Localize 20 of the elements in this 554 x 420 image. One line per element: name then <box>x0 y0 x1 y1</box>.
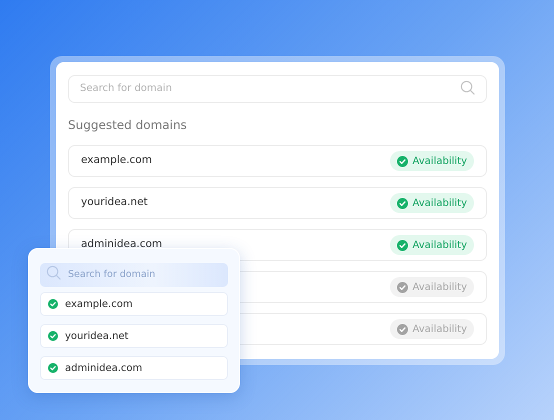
search-icon <box>460 80 475 95</box>
domain-item[interactable]: youridea.net <box>40 324 228 348</box>
search-field[interactable]: Search for domain <box>40 262 228 286</box>
domain-row[interactable]: youridea.net Availability <box>68 187 487 219</box>
domain-name: youridea.net <box>65 330 128 344</box>
domain-name: example.com <box>81 153 152 168</box>
availability-badge: Availability <box>390 193 474 213</box>
search-icon <box>46 265 61 280</box>
section-heading: Suggested domains <box>68 117 188 134</box>
availability-badge: Availability <box>390 319 474 339</box>
domain-item[interactable]: example.com <box>40 292 228 316</box>
domain-name: adminidea.com <box>81 237 162 252</box>
availability-badge: Availability <box>390 151 474 171</box>
domain-name: adminidea.com <box>65 362 142 376</box>
domain-item[interactable]: adminidea.com <box>40 356 228 380</box>
domain-row[interactable]: example.com Availability <box>68 145 487 177</box>
availability-badge: Availability <box>390 277 474 297</box>
availability-badge: Availability <box>390 235 474 255</box>
domain-name: youridea.net <box>81 195 148 210</box>
search-field[interactable]: Search for domain <box>68 74 487 102</box>
